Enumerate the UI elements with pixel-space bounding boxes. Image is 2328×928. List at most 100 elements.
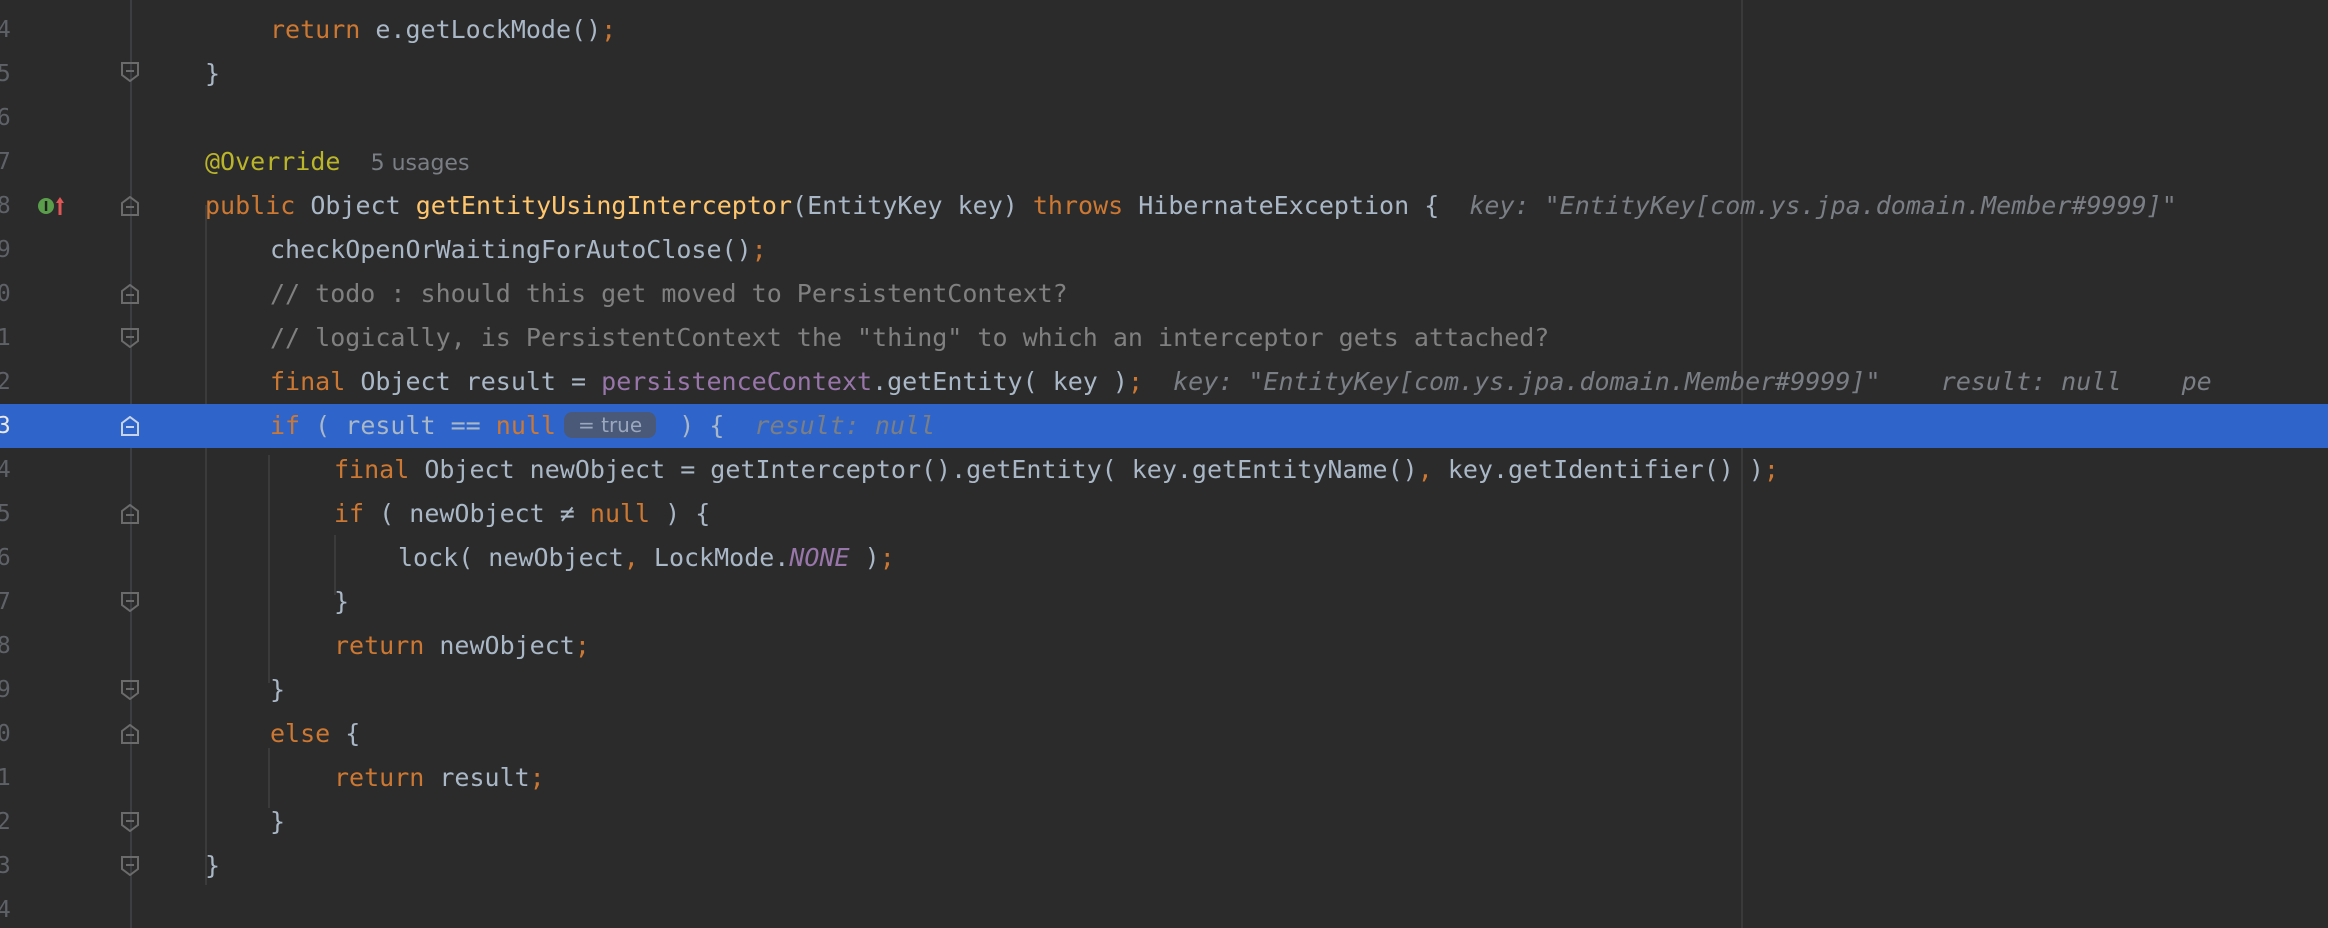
debug-inlay-value: key: "EntityKey[com.ys.jpa.domain.Member… [1173,367,1881,396]
code-editor[interactable]: 94 return e.getLockMode(); 95 } 96 97 @O… [0,0,2328,928]
line-number: 96 [0,105,11,131]
code-line[interactable]: 98 public Object getEntityUsingIntercept… [0,184,2328,228]
comma: , [623,543,639,572]
code-fragment: ( newObject ≠ [364,499,590,528]
semicolon: ; [751,235,767,264]
line-number: 02 [0,369,11,395]
code-line[interactable]: 97 @Override 5 usages [0,140,2328,184]
debug-inlay-value: pe [2181,367,2212,396]
code-line[interactable]: 05 if ( newObject ≠ null ) { [0,492,2328,536]
keyword: final [334,455,410,484]
line-number: 12 [0,809,11,835]
fold-marker-icon[interactable] [121,416,139,436]
line-number: 98 [0,193,11,219]
line-number: 94 [0,17,11,43]
code-line[interactable]: 08 return newObject; [0,624,2328,668]
code-fragment: HibernateException { [1123,191,1440,220]
brace: } [270,675,286,704]
semicolon: ; [529,763,545,792]
code-fragment: ) [849,543,880,572]
field-name: persistenceContext [601,367,873,396]
code-text: return newObject; [334,624,590,668]
line-number: 06 [0,545,11,571]
evaluated-value-pill[interactable]: = true [564,412,657,438]
code-text: } [205,844,220,888]
code-line[interactable]: 13 } [0,844,2328,888]
code-line[interactable]: 07 } [0,580,2328,624]
code-text: return e.getLockMode(); [270,8,616,52]
code-line[interactable]: 14 [0,888,2328,928]
code-line[interactable]: 00 // todo : should this get moved to Pe… [0,272,2328,316]
line-number: 04 [0,457,11,483]
current-execution-line[interactable]: 03 if ( result == null = true ) { result:… [0,404,2328,448]
code-line[interactable]: 96 [0,96,2328,140]
line-number: 10 [0,721,11,747]
brace: } [270,807,286,836]
code-text: } [270,668,285,712]
code-text: return result; [334,756,545,800]
fold-marker-icon[interactable] [121,504,139,524]
code-fragment: .getEntity( key ) [872,367,1128,396]
code-fragment: key.getIdentifier() ) [1432,455,1764,484]
comment: // logically, is PersistentContext the "… [270,323,1550,352]
line-number: 14 [0,897,11,923]
svg-text:I: I [44,200,49,215]
code-fragment: lock( newObject [398,543,624,572]
line-number: 11 [0,765,11,791]
line-number: 97 [0,149,11,175]
code-line[interactable]: 95 } [0,52,2328,96]
code-line[interactable]: 11 return result; [0,756,2328,800]
code-line[interactable]: 09 } [0,668,2328,712]
fold-marker-icon[interactable] [121,284,139,304]
fold-marker-icon[interactable] [121,680,139,700]
code-text: final Object newObject = getInterceptor(… [334,448,1779,492]
override-implements-icon[interactable]: I [36,194,68,222]
code-line[interactable]: 94 return e.getLockMode(); [0,8,2328,52]
code-fragment: ) { [650,499,711,528]
debug-inlay-value: result: null [1940,367,2122,396]
code-line[interactable]: 10 else { [0,712,2328,756]
line-number: 03 [0,413,11,439]
code-line[interactable]: 04 final Object newObject = getIntercept… [0,448,2328,492]
fold-marker-icon[interactable] [121,856,139,876]
line-number: 99 [0,237,11,263]
keyword: public [205,191,296,220]
fold-marker-icon[interactable] [121,724,139,744]
keyword: if [270,411,301,440]
line-number: 07 [0,589,11,615]
code-fragment: newObject [424,631,575,660]
code-text: else { [270,712,360,756]
comment: // todo : should this get moved to Persi… [270,279,1068,308]
line-number: 95 [0,61,11,87]
code-fragment: checkOpenOrWaitingForAutoClose() [270,235,752,264]
fold-marker-icon[interactable] [121,328,139,348]
line-number: 05 [0,501,11,527]
keyword: final [270,367,346,396]
keyword: null [589,499,651,528]
code-text: lock( newObject, LockMode.NONE ); [398,536,895,580]
fold-marker-icon[interactable] [121,592,139,612]
code-line[interactable]: 99 checkOpenOrWaitingForAutoClose(); [0,228,2328,272]
semicolon: ; [879,543,895,572]
code-fragment: { [330,719,361,748]
annotation: @Override [205,147,341,176]
fold-marker-icon[interactable] [121,62,139,82]
fold-marker-icon[interactable] [121,196,139,216]
semicolon: ; [1127,367,1144,396]
code-line[interactable]: 01 // logically, is PersistentContext th… [0,316,2328,360]
comma: , [1417,455,1433,484]
brace: } [205,851,221,880]
fold-marker-icon[interactable] [121,812,139,832]
debug-inlay-value: key: "EntityKey[com.ys.jpa.domain.Member… [1469,191,2177,220]
code-text: } [334,580,349,624]
code-line[interactable]: 02 final Object result = persistenceCont… [0,360,2328,404]
debug-inlay-value: result: null [754,411,936,440]
code-fragment: ) { [664,411,725,440]
code-line[interactable]: 12 } [0,800,2328,844]
line-number: 13 [0,853,11,879]
semicolon: ; [601,15,617,44]
code-text: public Object getEntityUsingInterceptor(… [205,184,2177,228]
brace: } [205,59,221,88]
code-line[interactable]: 06 lock( newObject, LockMode.NONE ); [0,536,2328,580]
usages-hint[interactable]: 5 usages [371,151,470,176]
